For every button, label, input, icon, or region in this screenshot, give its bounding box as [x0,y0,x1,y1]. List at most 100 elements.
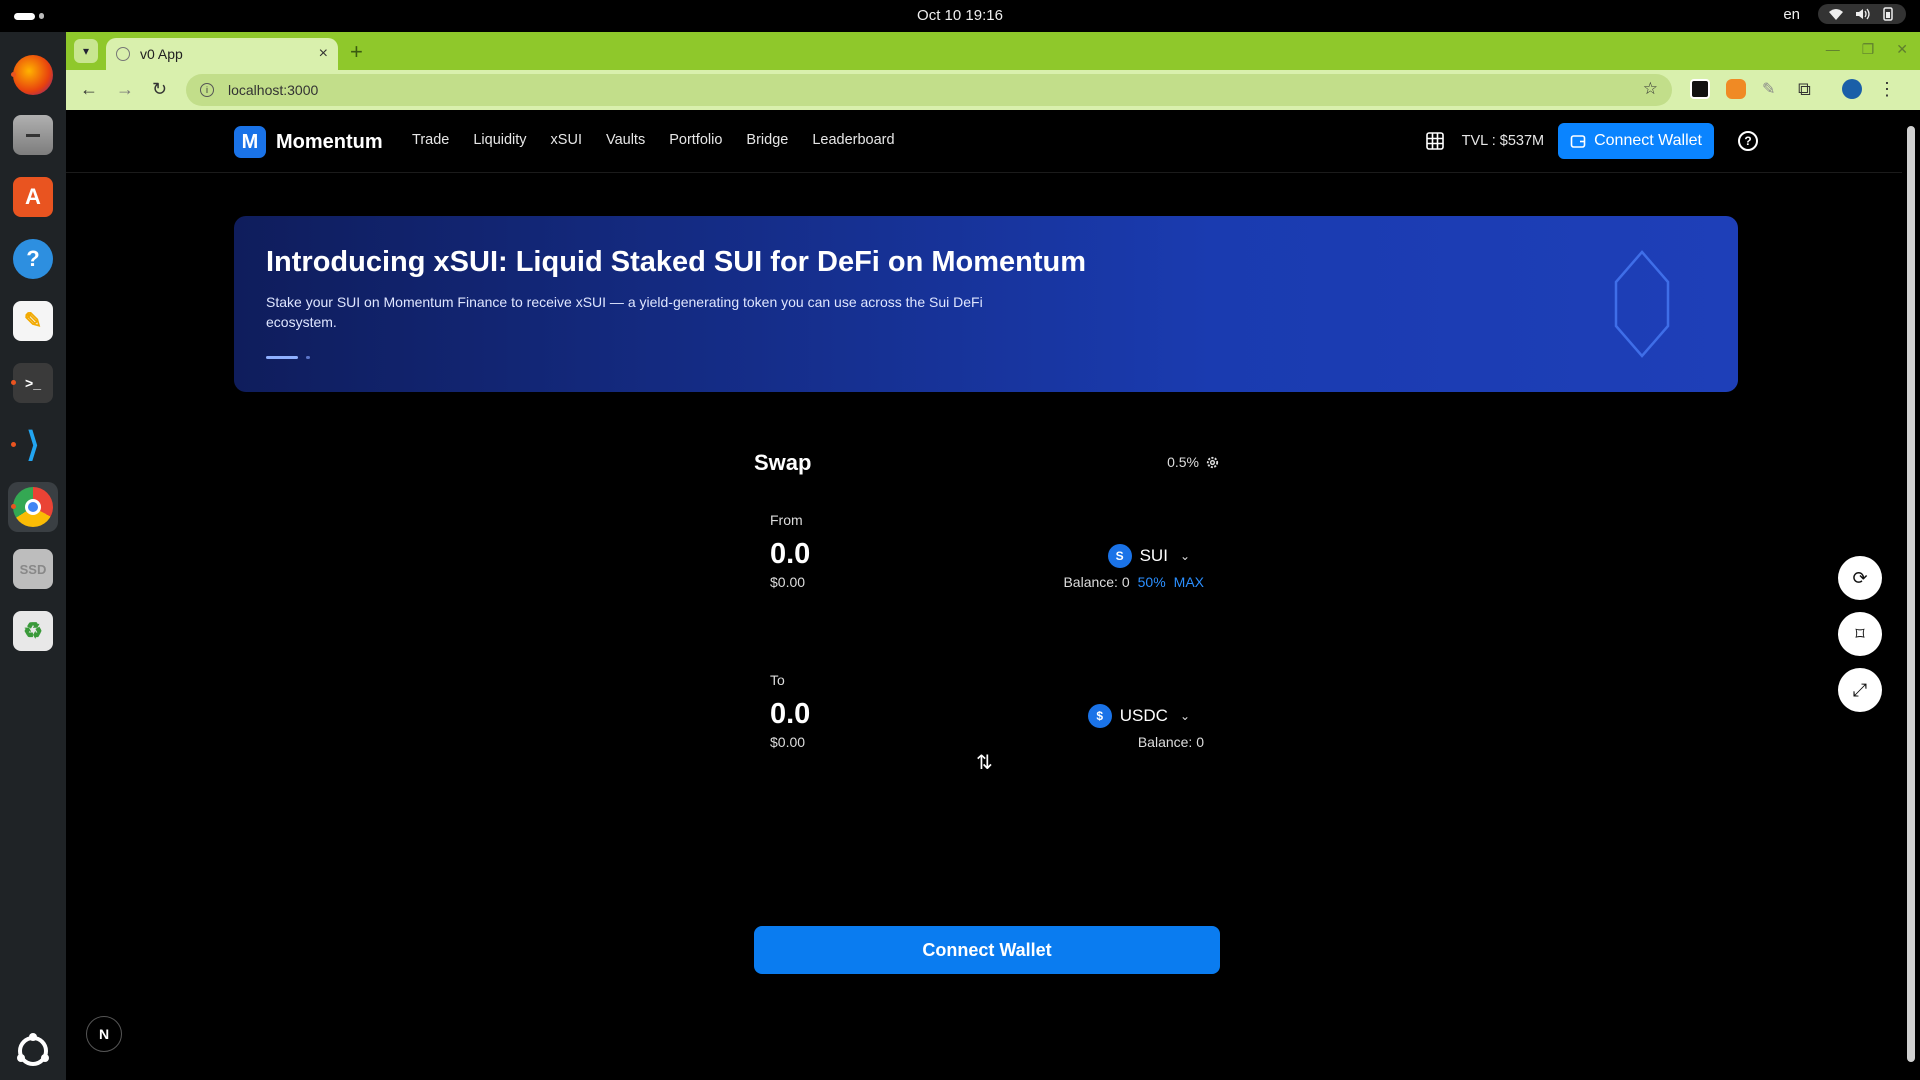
promo-banner[interactable]: Introducing xSUI: Liquid Staked SUI for … [234,216,1738,392]
maximize-icon[interactable]: ❐ [1862,41,1875,58]
connect-wallet-button[interactable]: Connect Wallet [754,926,1220,974]
dock-firefox[interactable] [8,50,58,100]
reload-icon[interactable]: ↻ [152,79,167,100]
help-icon: ? [13,239,53,279]
to-amount-input[interactable]: 0.0 [770,698,810,731]
address-bar[interactable]: i localhost:3000 ☆ [186,74,1672,106]
header-actions: TVL : $537M Connect Wallet ? [1425,123,1758,159]
dock-ssd[interactable]: SSD [8,544,58,594]
help-icon[interactable]: ? [1738,131,1758,151]
ubuntu-dock: A ? ✎ >_ ⟩ SSD ♻ [0,32,66,1080]
forward-arrow-icon[interactable]: → [116,79,134,100]
slippage-setting[interactable]: 0.5% [1167,454,1220,470]
to-balance: Balance: 0 [1137,734,1204,750]
nav-xsui[interactable]: xSUI [551,132,582,148]
nav-liquidity[interactable]: Liquidity [473,132,526,148]
nav-trade[interactable]: Trade [412,132,449,148]
to-token-selector[interactable]: $ USDC ⌄ [1087,704,1190,728]
half-balance-button[interactable]: 50% [1138,574,1166,590]
site-header: M Momentum Trade Liquidity xSUI Vaults P… [66,110,1902,173]
carousel-dot-active[interactable] [266,356,298,359]
grid-icon[interactable] [1425,132,1444,150]
sui-token-icon: S [1107,544,1132,568]
dock-show-apps[interactable] [8,1026,58,1076]
chrome-icon [13,487,53,527]
dock-vscode[interactable]: ⟩ [8,420,58,470]
nav-bridge[interactable]: Bridge [746,132,788,148]
dock-trash[interactable]: ♻ [8,606,58,656]
volume-icon [1856,8,1870,20]
tab-title: v0 App [140,46,183,62]
connect-wallet-header-button[interactable]: Connect Wallet [1558,123,1714,159]
chevron-down-icon: ⌄ [1179,549,1190,563]
running-indicator [11,442,16,447]
back-arrow-icon[interactable]: ← [80,79,98,100]
to-usd-value: $0.00 [770,734,806,750]
web-page: M Momentum Trade Liquidity xSUI Vaults P… [66,110,1920,1080]
metamask-icon[interactable] [1726,79,1746,99]
bookmark-button[interactable]: ⌑ [1838,612,1882,656]
vscode-icon: ⟩ [26,426,40,464]
to-token-symbol: USDC [1119,706,1168,725]
dock-app-center[interactable]: A [8,172,58,222]
swap-direction-button[interactable]: ⇅ [976,750,993,775]
dock-chrome[interactable] [8,482,58,532]
close-icon[interactable]: × [319,45,328,63]
usdc-token-icon: $ [1087,704,1112,728]
expand-button[interactable]: ⤢ [1838,668,1882,712]
quick-settings[interactable] [1818,4,1906,24]
tab-strip: ▾ v0 App × + — ❐ ✕ [66,32,1920,70]
dock-help[interactable]: ? [8,234,58,284]
close-window-icon[interactable]: ✕ [1896,41,1908,58]
ubuntu-apps-icon [17,1033,49,1066]
running-indicator [11,72,16,77]
carousel-dot[interactable] [306,356,310,359]
page-scrollbar[interactable] [1902,110,1920,1080]
minimize-icon[interactable]: — [1826,41,1840,58]
globe-icon [116,47,130,61]
url-text: localhost:3000 [228,82,319,98]
browser-tab[interactable]: v0 App × [106,38,338,70]
dock-text-editor[interactable]: ✎ [8,296,58,346]
pen-icon[interactable]: ✎ [1762,79,1782,99]
site-info-icon[interactable]: i [200,83,214,97]
dock-terminal[interactable]: >_ [8,358,58,408]
system-clock[interactable]: Oct 10 19:16 [0,7,1920,24]
refresh-button[interactable]: ⟳ [1838,556,1882,600]
gear-icon[interactable] [1205,455,1220,470]
text-editor-icon: ✎ [13,301,53,341]
profile-avatar[interactable] [1842,79,1862,99]
tab-search-button[interactable]: ▾ [74,39,98,63]
from-label: From [770,512,803,528]
nav-portfolio[interactable]: Portfolio [669,132,722,148]
brand-logo[interactable]: M Momentum [234,126,383,158]
system-top-bar: Oct 10 19:16 en [0,0,1920,32]
nav-leaderboard[interactable]: Leaderboard [812,132,894,148]
menu-dots-icon[interactable]: ⋮ [1878,79,1898,99]
from-usd-value: $0.00 [770,574,806,590]
expand-icon: ⤢ [1852,679,1868,700]
scrollbar-thumb[interactable] [1907,126,1915,1062]
brand-name: Momentum [276,130,383,153]
from-token-selector[interactable]: S SUI ⌄ [1107,544,1190,568]
connect-wallet-label: Connect Wallet [1594,132,1702,149]
nav-vaults[interactable]: Vaults [606,132,645,148]
new-tab-button[interactable]: + [350,39,363,65]
from-amount-input[interactable]: 0.0 [770,538,810,571]
dock-files[interactable] [8,110,58,160]
language-indicator[interactable]: en [1783,6,1800,23]
bookmark-star-icon[interactable]: ☆ [1643,79,1658,99]
browser-window: ▾ v0 App × + — ❐ ✕ ← → ↻ i localhost:300… [66,32,1920,1080]
banner-text: Stake your SUI on Momentum Finance to re… [266,294,983,330]
refresh-icon: ⟳ [1852,567,1868,588]
main-nav: Trade Liquidity xSUI Vaults Portfolio Br… [412,132,895,148]
from-balance-row: Balance: 0 50% MAX [1063,574,1204,590]
max-balance-button[interactable]: MAX [1174,574,1204,590]
hexagon-crystal-icon [1614,250,1670,358]
window-controls: — ❐ ✕ [1826,41,1908,58]
extensions-puzzle-icon[interactable]: ⧉ [1798,79,1818,99]
extension-icon[interactable] [1690,79,1710,99]
wifi-icon [1829,9,1843,20]
browser-toolbar: ← → ↻ i localhost:3000 ☆ ✎ ⧉ ⋮ [66,70,1920,110]
nextjs-dev-badge[interactable]: N [86,1016,122,1052]
